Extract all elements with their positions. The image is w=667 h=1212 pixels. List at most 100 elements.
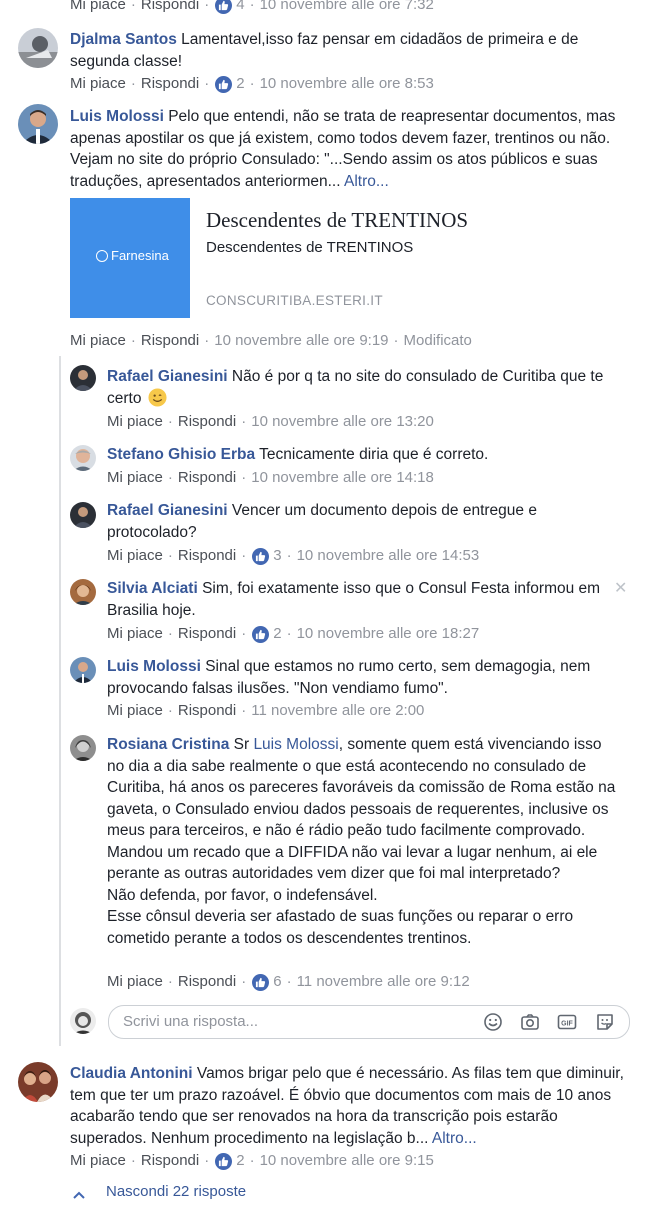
reply-author[interactable]: Rosiana Cristina [107, 736, 229, 753]
timestamp[interactable]: 10 novembre alle ore 13:20 [251, 412, 434, 432]
avatar[interactable] [70, 579, 96, 605]
reply-author[interactable]: Silvia Alciati [107, 580, 198, 597]
reply-input[interactable]: Scrivi una risposta... GIF [108, 1005, 630, 1039]
avatar[interactable] [18, 104, 58, 144]
reply-meta: Mi piace · Rispondi · 2 · 10 novembre alle … [107, 624, 480, 644]
link-preview[interactable]: Farnesina Descendentes de TRENTINOS Desc… [70, 198, 630, 320]
timestamp[interactable]: 10 novembre alle ore 8:53 [260, 74, 434, 94]
preview-description: Descendentes de TRENTINOS [206, 239, 414, 256]
reply-body: Stefano Ghisio Erba Tecnicamente diria q… [107, 444, 622, 466]
camera-icon[interactable] [520, 1012, 540, 1032]
reply-text-line: Não defenda, por favor, o indefensável. [107, 886, 378, 904]
reply-author[interactable]: Luis Molossi [107, 658, 201, 675]
current-user-avatar[interactable] [70, 1008, 96, 1034]
reply-text: Tecnicamente diria que é correto. [259, 446, 489, 463]
avatar[interactable] [70, 365, 96, 391]
reply-link[interactable]: Rispondi [141, 74, 199, 94]
hide-replies-label: Nascondi 22 risposte [106, 1183, 247, 1200]
avatar[interactable] [70, 502, 96, 528]
timestamp[interactable]: 10 novembre alle ore 18:27 [297, 624, 480, 644]
thumbs-up-icon [215, 0, 233, 14]
reply-link[interactable]: Rispondi [178, 972, 236, 992]
preview-domain: CONSCURITIBA.ESTERI.IT [206, 293, 383, 308]
reply-link[interactable]: Rispondi [178, 546, 236, 566]
avatar[interactable] [18, 28, 58, 68]
reply-link[interactable]: Rispondi [141, 1151, 199, 1171]
farnesina-logo-icon [96, 249, 108, 262]
comment-author[interactable]: Luis Molossi [70, 108, 164, 125]
reply-prefix: Sr [233, 736, 250, 753]
comment-body: Claudia Antonini Vamos brigar pelo que é… [70, 1063, 630, 1149]
reply-meta: Mi piace · Rispondi · 10 novembre alle ore… [107, 412, 434, 432]
svg-text:GIF: GIF [561, 1020, 573, 1027]
reply-body: Silvia Alciati Sim, foi exatamente isso … [107, 578, 612, 621]
avatar[interactable] [70, 445, 96, 471]
like-link[interactable]: Mi piace [70, 0, 126, 15]
timestamp[interactable]: 11 novembre alle ore 2:00 [251, 701, 424, 721]
close-icon[interactable]: ✕ [614, 578, 627, 598]
timestamp[interactable]: 10 novembre alle ore 9:15 [260, 1151, 434, 1171]
like-link[interactable]: Mi piace [70, 1151, 126, 1171]
reply-text: , somente quem está vivenciando isso no … [107, 736, 616, 882]
thumbs-up-icon [215, 75, 233, 93]
comment-meta: Mi piace · Rispondi · 2 · 10 novembre alle … [70, 74, 434, 94]
comment-body: Djalma Santos Lamentavel,isso faz pensar… [70, 29, 630, 72]
thumbs-up-icon [252, 973, 270, 991]
reply-meta: Mi piace · Rispondi · 6 · 11 novembre alle … [107, 972, 470, 992]
thumbs-up-icon [252, 547, 270, 565]
reply-link[interactable]: Rispondi [178, 468, 236, 488]
avatar[interactable] [18, 1062, 58, 1102]
mention-link[interactable]: Luis Molossi [253, 736, 338, 753]
reply-meta: Mi piace · Rispondi · 11 novembre alle ore… [107, 701, 425, 721]
timestamp[interactable]: 10 novembre alle ore 14:18 [251, 468, 434, 488]
timestamp[interactable]: 10 novembre alle ore 9:19 [214, 331, 388, 351]
thumbs-up-icon [252, 625, 270, 643]
preview-logo-text: Farnesina [111, 248, 169, 263]
like-link[interactable]: Mi piace [107, 624, 163, 644]
smile-emoji-icon [148, 387, 167, 407]
see-more-link[interactable]: Altro... [344, 173, 389, 190]
reply-link[interactable]: Rispondi [141, 331, 199, 351]
comment-meta: Mi piace · Rispondi · 10 novembre alle ore… [70, 331, 472, 351]
see-more-link[interactable]: Altro... [432, 1130, 477, 1147]
comment-meta: Mi piace · Rispondi · 2 · 10 novembre alle … [70, 1151, 434, 1171]
avatar[interactable] [70, 657, 96, 683]
comment-author[interactable]: Djalma Santos [70, 31, 177, 48]
timestamp[interactable]: 10 novembre alle ore 7:32 [260, 0, 434, 15]
edited-label[interactable]: Modificato [404, 331, 472, 351]
reply-body: Rafael Gianesini Não é por q ta no site … [107, 366, 622, 409]
avatar[interactable] [70, 735, 96, 761]
reply-body: Rosiana Cristina Sr Luis Molossi, soment… [107, 734, 622, 949]
gif-icon[interactable]: GIF [557, 1012, 577, 1032]
like-link[interactable]: Mi piace [107, 701, 163, 721]
timestamp[interactable]: 10 novembre alle ore 14:53 [297, 546, 480, 566]
hide-replies-button[interactable]: Nascondi 22 risposte [72, 1183, 246, 1200]
reply-author[interactable]: Stefano Ghisio Erba [107, 446, 255, 463]
reply-meta: Mi piace · Rispondi · 10 novembre alle ore… [107, 468, 434, 488]
reply-author[interactable]: Rafael Gianesini [107, 368, 228, 385]
like-link[interactable]: Mi piace [70, 74, 126, 94]
like-link[interactable]: Mi piace [107, 972, 163, 992]
like-link[interactable]: Mi piace [107, 546, 163, 566]
preview-image: Farnesina [70, 198, 190, 318]
reply-author[interactable]: Rafael Gianesini [107, 502, 228, 519]
comment-body: Luis Molossi Pelo que entendi, não se tr… [70, 106, 630, 192]
comment-meta: Mi piace · Rispondi · 4 · 10 novembre alle … [70, 0, 434, 15]
reply-link[interactable]: Rispondi [178, 701, 236, 721]
preview-title[interactable]: Descendentes de TRENTINOS [206, 208, 468, 233]
like-link[interactable]: Mi piace [107, 412, 163, 432]
timestamp[interactable]: 11 novembre alle ore 9:12 [297, 972, 470, 992]
reply-thread-line [59, 356, 61, 1046]
reply-link[interactable]: Rispondi [141, 0, 199, 15]
reply-body: Rafael Gianesini Vencer um documento dep… [107, 500, 622, 543]
like-link[interactable]: Mi piace [70, 331, 126, 351]
reply-link[interactable]: Rispondi [178, 412, 236, 432]
chevron-up-icon [72, 1187, 86, 1199]
comment-author[interactable]: Claudia Antonini [70, 1065, 193, 1082]
reply-input-placeholder: Scrivi una risposta... [123, 1013, 259, 1030]
smile-icon[interactable] [483, 1012, 503, 1032]
reply-text-line: Esse cônsul deveria ser afastado de suas… [107, 908, 574, 947]
like-link[interactable]: Mi piace [107, 468, 163, 488]
sticker-icon[interactable] [595, 1012, 615, 1032]
reply-link[interactable]: Rispondi [178, 624, 236, 644]
